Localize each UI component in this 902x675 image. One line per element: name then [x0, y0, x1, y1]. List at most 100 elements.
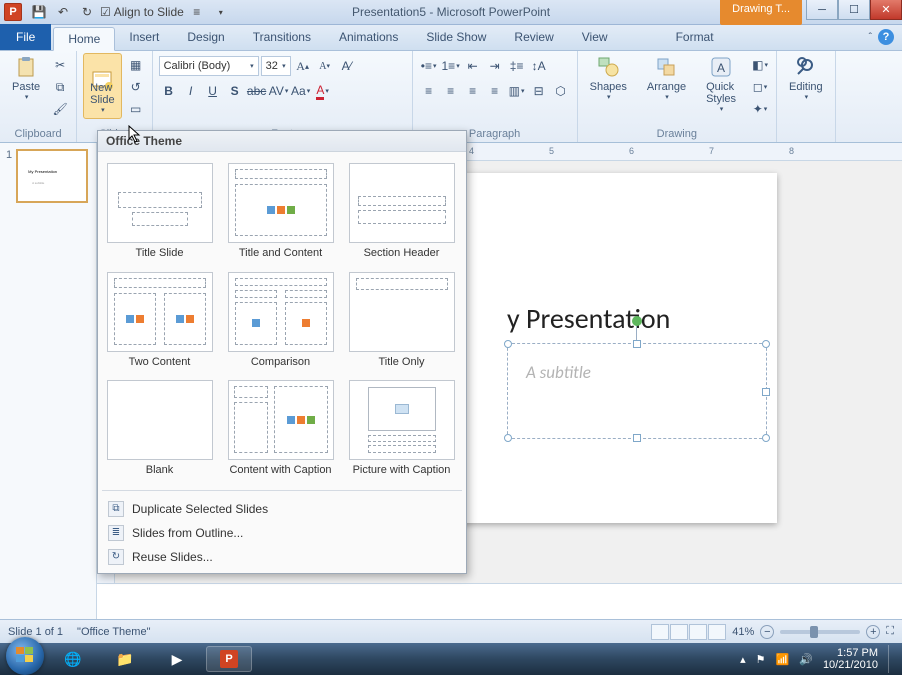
menu-slides-from-outline[interactable]: ≣Slides from Outline...	[98, 521, 466, 545]
font-name-combo[interactable]: Calibri (Body)▾	[159, 56, 259, 76]
close-button[interactable]: ✕	[870, 0, 902, 20]
layout-picture-with-caption[interactable]: Picture with Caption	[344, 377, 459, 480]
strikethrough-button[interactable]: abc	[247, 81, 267, 101]
reading-view-button[interactable]	[689, 624, 707, 640]
reset-icon[interactable]: ↺	[126, 77, 146, 97]
numbering-icon[interactable]: 1≡▾	[441, 56, 461, 76]
change-case-icon[interactable]: Aa▾	[291, 81, 311, 101]
format-painter-icon[interactable]: 🖌	[50, 99, 70, 119]
help-button[interactable]: ?	[878, 29, 894, 45]
resize-handle-ne[interactable]	[762, 340, 770, 348]
char-spacing-icon[interactable]: AV▾	[269, 81, 289, 101]
checkbox-align[interactable]: ☑ Align to Slide	[100, 2, 184, 22]
zoom-slider-thumb[interactable]	[810, 626, 818, 638]
subtitle-placeholder-box[interactable]: A subtitle	[507, 343, 767, 439]
align-icon[interactable]: ≡	[186, 2, 208, 22]
tab-design[interactable]: Design	[173, 26, 238, 50]
resize-handle-nw[interactable]	[504, 340, 512, 348]
tray-volume-icon[interactable]: 🔊	[799, 653, 813, 666]
qat-customize-icon[interactable]: ▾	[210, 2, 232, 22]
start-button[interactable]	[6, 637, 44, 675]
zoom-slider[interactable]	[780, 630, 860, 634]
tab-transitions[interactable]: Transitions	[239, 26, 325, 50]
sorter-view-button[interactable]	[670, 624, 688, 640]
layout-icon[interactable]: ▦	[126, 55, 146, 75]
rotation-handle[interactable]	[632, 316, 642, 326]
shape-fill-icon[interactable]: ◧▾	[750, 55, 770, 75]
font-color-icon[interactable]: A▾	[313, 81, 333, 101]
contextual-tab-drawing-tools[interactable]: Drawing T...	[720, 0, 802, 25]
slideshow-view-button[interactable]	[708, 624, 726, 640]
layout-content-with-caption[interactable]: Content with Caption	[223, 377, 338, 480]
underline-button[interactable]: U	[203, 81, 223, 101]
layout-title-only[interactable]: Title Only	[344, 269, 459, 372]
arrange-button[interactable]: Arrange▾	[641, 53, 692, 119]
resize-handle-n[interactable]	[633, 340, 641, 348]
align-right-icon[interactable]: ≡	[463, 81, 483, 101]
slide-thumbnail-1[interactable]: 1 My Presentation A subtitle	[6, 149, 90, 203]
layout-blank[interactable]: Blank	[102, 377, 217, 480]
tray-clock[interactable]: 1:57 PM 10/21/2010	[823, 647, 878, 671]
tray-show-hidden-icon[interactable]: ▴	[740, 653, 746, 666]
shapes-button[interactable]: Shapes▾	[584, 53, 633, 119]
layout-title-slide[interactable]: Title Slide	[102, 160, 217, 263]
slides-thumbnail-panel[interactable]: 1 My Presentation A subtitle	[0, 143, 97, 619]
align-left-icon[interactable]: ≡	[419, 81, 439, 101]
fit-to-window-button[interactable]: ⛶	[886, 625, 894, 638]
shrink-font-icon[interactable]: A▾	[315, 56, 335, 76]
section-icon[interactable]: ▭	[126, 99, 146, 119]
tray-flag-icon[interactable]: ⚑	[756, 653, 766, 666]
normal-view-button[interactable]	[651, 624, 669, 640]
layout-two-content[interactable]: Two Content	[102, 269, 217, 372]
copy-icon[interactable]: ⧉	[50, 77, 70, 97]
taskbar-ie-icon[interactable]: 🌐	[50, 646, 96, 672]
line-spacing-icon[interactable]: ‡≡	[507, 56, 527, 76]
align-center-icon[interactable]: ≡	[441, 81, 461, 101]
decrease-indent-icon[interactable]: ⇤	[463, 56, 483, 76]
grow-font-icon[interactable]: A▴	[293, 56, 313, 76]
layout-comparison[interactable]: Comparison	[223, 269, 338, 372]
redo-icon[interactable]: ↻	[76, 2, 98, 22]
taskbar-powerpoint-button[interactable]: P	[206, 646, 252, 672]
tab-review[interactable]: Review	[500, 26, 567, 50]
increase-indent-icon[interactable]: ⇥	[485, 56, 505, 76]
tab-view[interactable]: View	[568, 26, 622, 50]
bold-button[interactable]: B	[159, 81, 179, 101]
align-text-icon[interactable]: ⊟	[529, 81, 549, 101]
menu-duplicate-slides[interactable]: ⧉Duplicate Selected Slides	[98, 497, 466, 521]
editing-button[interactable]: Editing▾	[783, 53, 829, 103]
layout-title-and-content[interactable]: Title and Content	[223, 160, 338, 263]
resize-handle-s[interactable]	[633, 434, 641, 442]
shape-effects-icon[interactable]: ✦▾	[750, 99, 770, 119]
undo-icon[interactable]: ↶	[52, 2, 74, 22]
resize-handle-e[interactable]	[762, 388, 770, 396]
save-icon[interactable]: 💾	[28, 2, 50, 22]
text-direction-icon[interactable]: ↕A	[529, 56, 549, 76]
columns-icon[interactable]: ▥▾	[507, 81, 527, 101]
tab-insert[interactable]: Insert	[115, 26, 173, 50]
minimize-button[interactable]: ─	[806, 0, 838, 20]
show-desktop-button[interactable]	[888, 645, 896, 673]
tab-home[interactable]: Home	[53, 27, 115, 51]
ribbon-minimize-icon[interactable]: ˆ	[869, 32, 872, 43]
paste-button[interactable]: Paste▾	[6, 53, 46, 119]
slide-title-text[interactable]: y Presentation	[507, 301, 670, 336]
taskbar-media-icon[interactable]: ▶	[154, 646, 200, 672]
clear-formatting-icon[interactable]: A⁄	[337, 56, 357, 76]
font-size-combo[interactable]: 32▾	[261, 56, 291, 76]
shadow-button[interactable]: S	[225, 81, 245, 101]
maximize-button[interactable]: ☐	[838, 0, 870, 20]
quick-styles-button[interactable]: A Quick Styles▾	[700, 53, 742, 119]
menu-reuse-slides[interactable]: ↻Reuse Slides...	[98, 545, 466, 569]
cut-icon[interactable]: ✂	[50, 55, 70, 75]
shape-outline-icon[interactable]: ◻▾	[750, 77, 770, 97]
smartart-icon[interactable]: ⬡	[551, 81, 571, 101]
new-slide-button[interactable]: New Slide▾	[83, 53, 121, 119]
tab-animations[interactable]: Animations	[325, 26, 412, 50]
justify-icon[interactable]: ≡	[485, 81, 505, 101]
bullets-icon[interactable]: •≡▾	[419, 56, 439, 76]
tab-slideshow[interactable]: Slide Show	[412, 26, 500, 50]
tray-network-icon[interactable]: 📶	[776, 653, 790, 666]
layout-section-header[interactable]: Section Header	[344, 160, 459, 263]
resize-handle-se[interactable]	[762, 434, 770, 442]
